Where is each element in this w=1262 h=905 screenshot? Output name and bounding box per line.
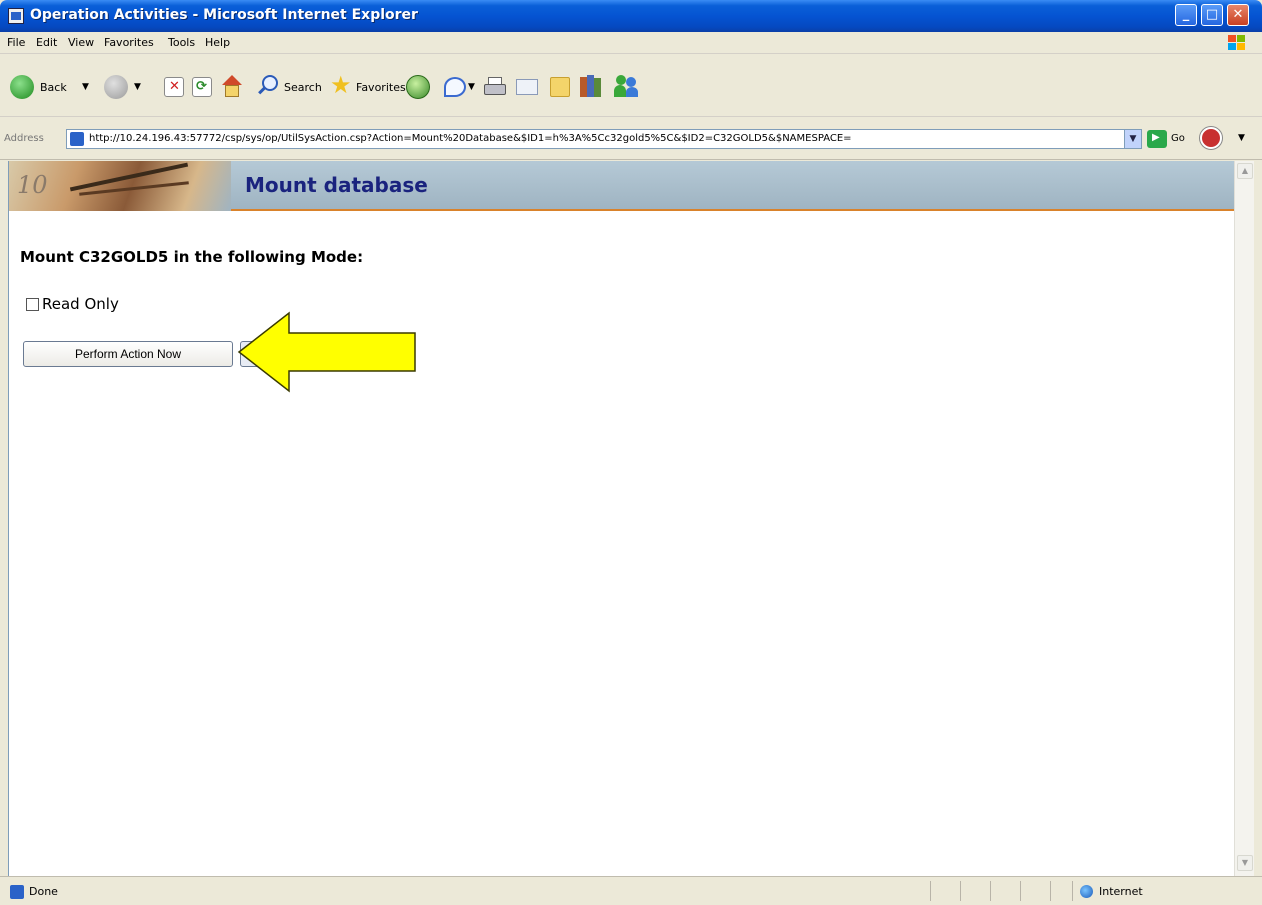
close-button[interactable]: ✕	[1227, 4, 1249, 26]
mount-prompt: Mount C32GOLD5 in the following Mode:	[20, 248, 364, 266]
ie-window-icon	[8, 8, 24, 24]
menu-help[interactable]: Help	[205, 36, 230, 49]
favorites-button-label[interactable]: Favorites	[356, 81, 406, 94]
window-title: Operation Activities - Microsoft Interne…	[30, 7, 418, 23]
menu-bar: File Edit View Favorites Tools Help	[0, 32, 1262, 54]
back-button-label[interactable]: Back	[40, 81, 67, 94]
menu-edit[interactable]: Edit	[36, 36, 57, 49]
back-dropdown-icon[interactable]: ▼	[82, 82, 89, 92]
toolbar: Back ▼ ▼ ✕ ⟳ Search ★ Favorites ▼	[0, 55, 1262, 117]
security-zone: Internet	[1099, 885, 1143, 898]
vertical-scrollbar[interactable]: ▲ ▼	[1234, 161, 1254, 876]
history-dropdown-icon[interactable]: ▼	[468, 82, 475, 92]
title-bar: Operation Activities - Microsoft Interne…	[0, 0, 1262, 32]
favorites-star-icon[interactable]: ★	[330, 73, 352, 97]
scroll-up-icon[interactable]: ▲	[1237, 163, 1253, 179]
address-url[interactable]: http://10.24.196.43:57772/csp/sys/op/Uti…	[89, 133, 852, 144]
address-bar: Address http://10.24.196.43:57772/csp/sy…	[0, 118, 1262, 160]
menu-tools[interactable]: Tools	[168, 36, 195, 49]
menu-file[interactable]: File	[7, 36, 25, 49]
scroll-down-icon[interactable]: ▼	[1237, 855, 1253, 871]
go-button[interactable]: Go	[1171, 133, 1185, 144]
stop-icon[interactable]: ✕	[164, 77, 184, 97]
windows-logo-icon	[1228, 35, 1248, 51]
perform-action-button[interactable]: Perform Action Now	[23, 341, 233, 367]
back-icon[interactable]	[10, 75, 34, 99]
messenger-icon[interactable]	[614, 75, 640, 99]
minimize-button[interactable]: _	[1175, 4, 1197, 26]
research-icon[interactable]	[580, 75, 602, 99]
forward-icon[interactable]	[104, 75, 128, 99]
history-icon[interactable]	[444, 77, 466, 97]
acrobat-dropdown-icon[interactable]: ▼	[1238, 133, 1245, 143]
edit-icon[interactable]	[516, 79, 538, 95]
maximize-button[interactable]: □	[1201, 4, 1223, 26]
page-header: 10 Mount database	[9, 161, 1235, 211]
acrobat-icon[interactable]	[1200, 127, 1222, 149]
media-icon[interactable]	[406, 75, 430, 99]
page-title: Mount database	[245, 173, 428, 197]
read-only-checkbox[interactable]	[26, 297, 39, 311]
forward-dropdown-icon[interactable]: ▼	[134, 82, 141, 92]
status-text: Done	[29, 885, 58, 898]
page-done-icon	[10, 885, 24, 899]
page-content: 10 Mount database Mount C32GOLD5 in the …	[8, 161, 1235, 876]
header-banner-image: 10	[9, 161, 231, 211]
menu-favorites[interactable]: Favorites	[104, 36, 154, 49]
banner-number: 10	[17, 171, 48, 199]
menu-view[interactable]: View	[68, 36, 94, 49]
address-dropdown-icon[interactable]: ▼	[1124, 130, 1141, 148]
print-icon[interactable]	[484, 77, 508, 97]
discuss-icon[interactable]	[550, 77, 570, 97]
internet-zone-icon	[1080, 885, 1093, 898]
refresh-icon[interactable]: ⟳	[192, 77, 212, 97]
read-only-option[interactable]: Read Only	[26, 294, 119, 314]
page-icon	[70, 132, 84, 146]
annotation-arrow-icon	[237, 311, 416, 393]
address-input[interactable]: http://10.24.196.43:57772/csp/sys/op/Uti…	[66, 129, 1142, 149]
search-icon[interactable]	[258, 75, 280, 97]
address-label: Address	[4, 133, 44, 144]
go-arrow-icon[interactable]	[1147, 130, 1167, 148]
status-bar: Done Internet	[0, 876, 1262, 905]
search-button-label[interactable]: Search	[284, 81, 322, 94]
read-only-label[interactable]: Read Only	[42, 295, 119, 313]
home-icon[interactable]	[220, 75, 244, 99]
